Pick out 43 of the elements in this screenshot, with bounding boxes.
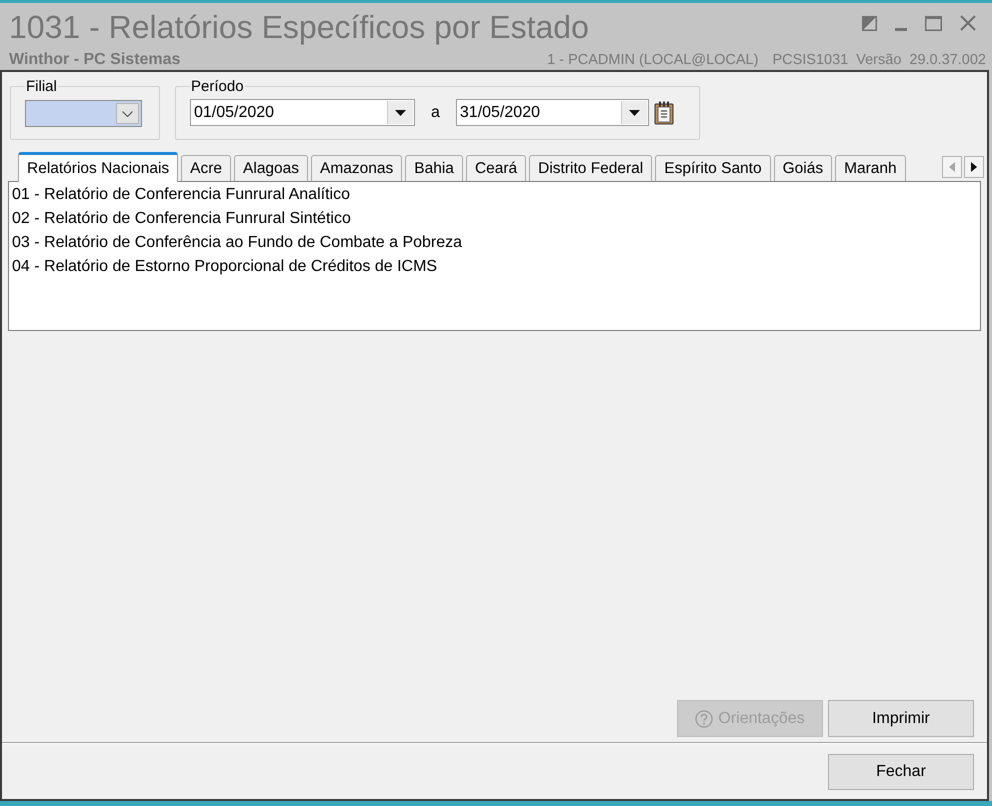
- combo-box[interactable]: [25, 100, 142, 127]
- caret-down-icon: [628, 110, 640, 116]
- tab[interactable]: Relatórios Nacionais: [18, 152, 178, 182]
- close-button[interactable]: Fechar: [828, 754, 974, 790]
- chevron-down-icon: [122, 110, 133, 116]
- tab[interactable]: Maranh: [835, 155, 906, 181]
- list-item[interactable]: 03 - Relatório de Conferência ao Fundo de Combate a Pobreza: [12, 231, 980, 255]
- half-filled-square-icon[interactable]: [862, 16, 877, 30]
- tab[interactable]: Distrito Federal: [529, 155, 652, 181]
- window-title: 1031 - Relatórios Específicos por Estado: [9, 9, 589, 45]
- tab[interactable]: Bahia: [405, 155, 463, 181]
- calendar-button[interactable]: [652, 100, 676, 126]
- tab[interactable]: Acre: [181, 155, 232, 181]
- app-name: Winthor - PC Sistemas: [9, 51, 180, 69]
- range-separator: a: [431, 102, 440, 122]
- tab[interactable]: Amazonas: [311, 155, 402, 181]
- tab[interactable]: Alagoas: [234, 155, 308, 181]
- list-item[interactable]: 01 - Relatório de Conferencia Funrural Analítico: [12, 183, 980, 207]
- list-item[interactable]: 04 - Relatório de Estorno Proporcional de Créditos de ICMS: [12, 255, 980, 279]
- version-number: 29.0.37.002: [909, 51, 986, 69]
- group-label: Período: [190, 78, 245, 95]
- minimize-icon[interactable]: [895, 28, 907, 30]
- date-field[interactable]: 01/05/2020: [190, 99, 415, 126]
- tab[interactable]: Ceará: [466, 155, 526, 181]
- help-icon: [695, 710, 714, 728]
- maximize-icon[interactable]: [925, 16, 942, 30]
- tab[interactable]: Espírito Santo: [655, 155, 771, 181]
- caret-down-icon: [395, 110, 406, 116]
- close-icon[interactable]: [960, 15, 976, 31]
- group-label: Filial: [25, 78, 58, 95]
- user-info: 1 - PCADMIN (LOCAL@LOCAL): [547, 51, 758, 69]
- tab[interactable]: Goiás: [774, 155, 832, 181]
- list-item[interactable]: 02 - Relatório de Conferencia Funrural Sintético: [12, 207, 980, 231]
- action-button[interactable]: Imprimir: [828, 700, 974, 737]
- version-label: Versão: [856, 51, 902, 69]
- caret-right-icon: [971, 162, 977, 172]
- dropdown-button[interactable]: [620, 101, 647, 124]
- scroll-right-button[interactable]: [964, 156, 984, 178]
- date-field[interactable]: 31/05/2020: [456, 99, 649, 126]
- calendar-icon: [654, 100, 674, 124]
- program-code: PCSIS1031: [772, 51, 848, 69]
- dropdown-button[interactable]: [387, 101, 413, 124]
- caret-left-icon: [949, 162, 955, 172]
